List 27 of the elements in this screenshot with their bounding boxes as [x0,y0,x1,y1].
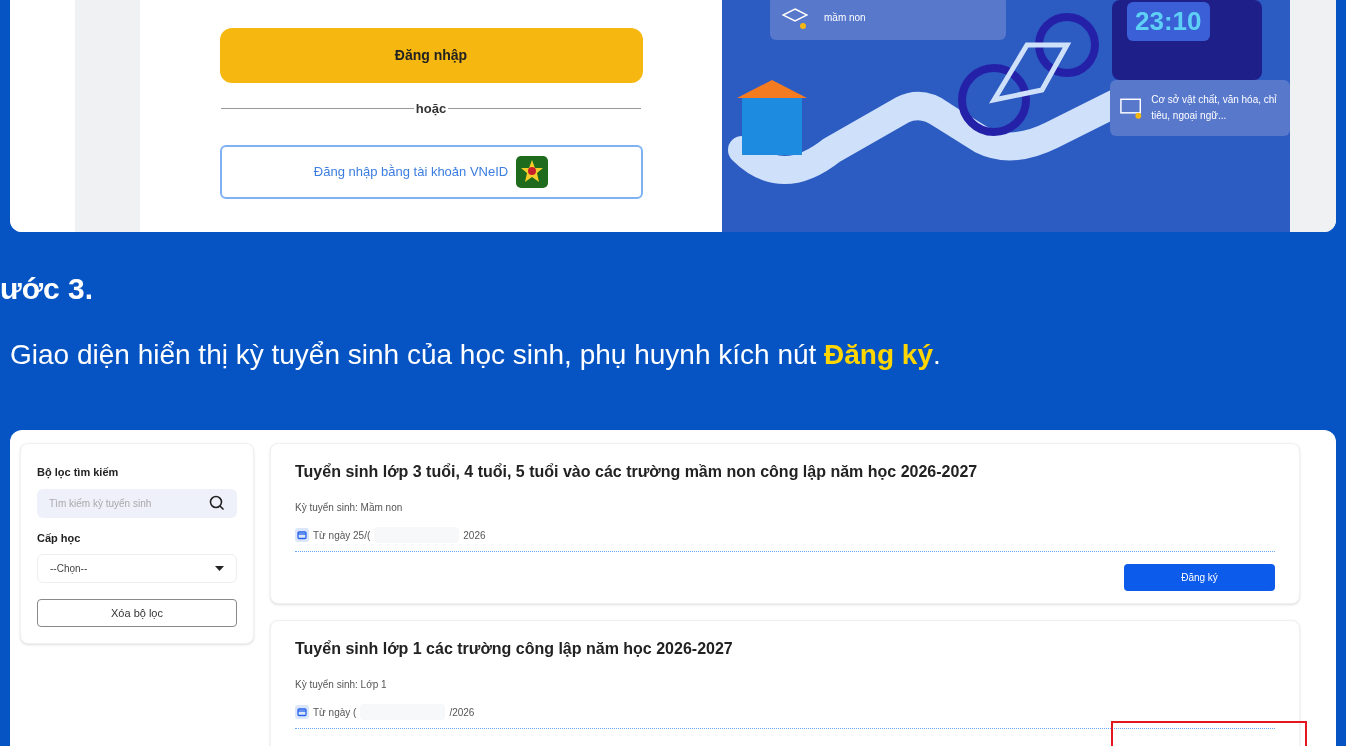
search-icon [209,495,225,511]
graduation-cap-icon [782,5,808,31]
date-text: 2026 [463,528,486,543]
enrollment-kind: Kỳ tuyển sinh: Mầm non [295,501,404,515]
info-card-text: Cơ sở vật chất, văn hóa, chỉ tiêu, ngoại ngữ... [1151,93,1278,123]
clock-text: 23:10 [1127,2,1210,41]
dropdown-caret-icon [215,566,224,571]
level-label: Cấp học [37,530,82,546]
enrollment-kind: Kỳ tuyển sinh: Lớp 1 [295,678,388,692]
level-select[interactable]: --Chọn-- [37,554,237,583]
enrollment-title: Tuyển sinh lớp 1 các trường công lập năm học 2026-2027 [295,639,734,659]
date-text: /2026 [449,705,475,720]
info-card-text: mầm non [824,11,867,25]
vneid-login-button[interactable]: Đăng nhập bằng tài khoản VNeID [219,144,643,199]
filter-title: Bộ lọc tìm kiếm [37,465,120,481]
emblem-icon [516,155,549,188]
register-button[interactable]: Đăng ký [1124,564,1275,591]
date-text: Từ ngày 25/( [313,528,371,543]
step-heading: ước 3. [0,274,95,304]
enrollment-title: Tuyển sinh lớp 3 tuổi, 4 tuổi, 5 tuổi vào các trường mầm non công lập năm học 2026-2027 [295,462,979,482]
login-button[interactable]: Đăng nhập [219,28,643,83]
step-description: Giao diện hiển thị kỳ tuyển sinh của học sinh, phụ huynh kích nút Đăng ký. [10,338,942,372]
divider-text: hoặc [414,100,448,118]
date-text: Từ ngày ( [313,705,357,720]
calendar-icon [295,528,309,542]
clear-filter-button[interactable]: Xóa bộ lọc [37,599,237,627]
calendar-icon [295,705,309,719]
